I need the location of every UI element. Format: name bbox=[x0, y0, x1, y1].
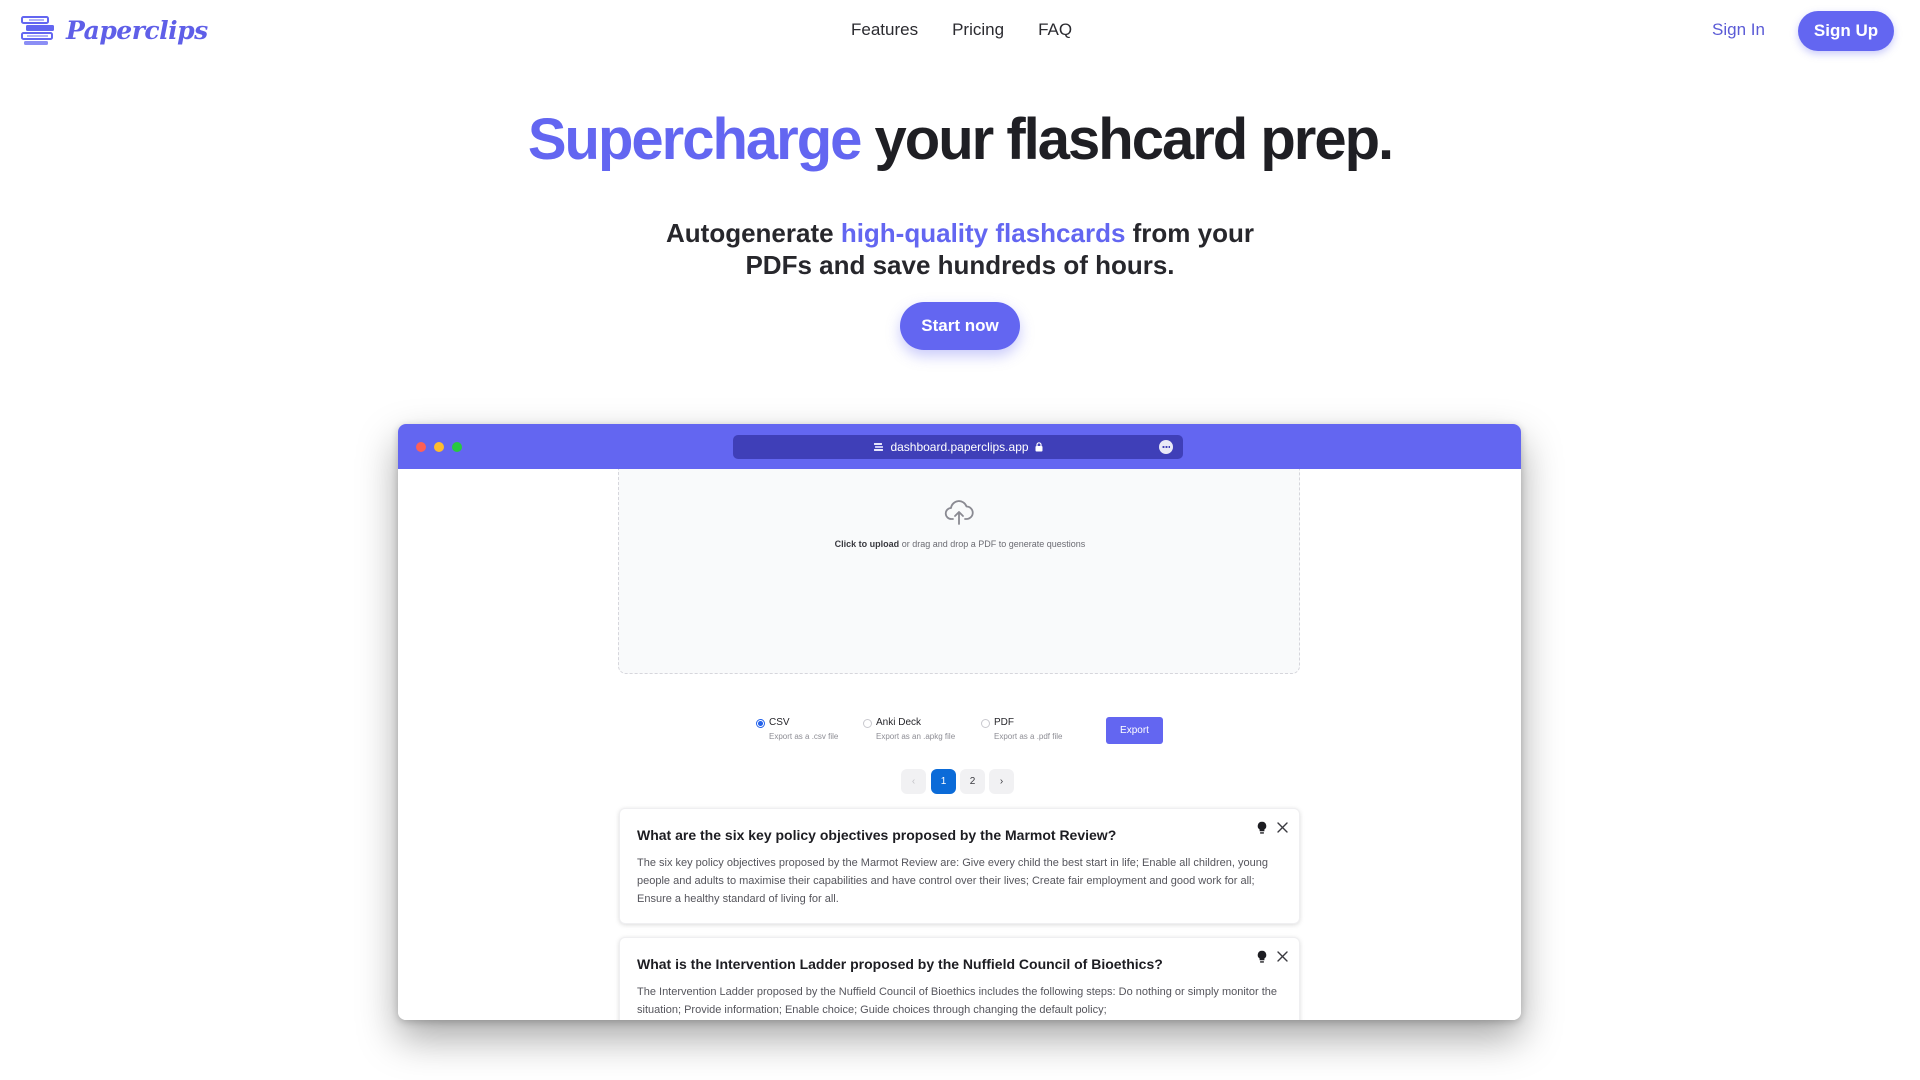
lightbulb-icon[interactable] bbox=[1256, 821, 1268, 835]
url-text: dashboard.paperclips.app bbox=[890, 440, 1029, 454]
close-icon[interactable] bbox=[1276, 950, 1289, 963]
hero-title-rest: your flashcard prep. bbox=[860, 107, 1395, 172]
hero-subtitle: Autogenerate high-quality flashcards fro… bbox=[0, 217, 1920, 281]
export-button[interactable]: Export bbox=[1106, 717, 1163, 744]
url-bar: dashboard.paperclips.app bbox=[733, 435, 1183, 459]
click-to-upload-link[interactable]: Click to upload bbox=[835, 539, 900, 549]
hero-subtitle-line1: Autogenerate high-quality flashcards fro… bbox=[0, 217, 1920, 249]
nav-link-pricing[interactable]: Pricing bbox=[952, 20, 1004, 40]
lock-icon bbox=[1035, 442, 1043, 452]
books-logo-icon bbox=[21, 16, 54, 45]
radio-pdf[interactable] bbox=[981, 719, 990, 728]
close-icon[interactable] bbox=[1276, 821, 1289, 834]
nav-links: Features Pricing FAQ bbox=[851, 20, 1072, 40]
window-maximize-dot bbox=[452, 442, 462, 452]
nav-link-faq[interactable]: FAQ bbox=[1038, 20, 1072, 40]
browser-mockup: dashboard.paperclips.app Click to upload… bbox=[398, 424, 1521, 1020]
sign-in-link[interactable]: Sign In bbox=[1712, 20, 1765, 40]
page-1-button[interactable]: 1 bbox=[931, 769, 956, 794]
flashcard-answer: The six key policy objectives proposed b… bbox=[637, 857, 1268, 905]
subtitle-pre: Autogenerate bbox=[666, 218, 841, 248]
radio-anki[interactable] bbox=[863, 719, 872, 728]
export-options: CSV Export as a .csv file Anki Deck Expo… bbox=[398, 717, 1521, 757]
export-option-label: PDF bbox=[994, 717, 1014, 728]
flashcard-question: What is the Intervention Ladder proposed… bbox=[637, 956, 1163, 972]
cloud-upload-icon bbox=[944, 500, 974, 525]
flashcard-answer: The Intervention Ladder proposed by the … bbox=[637, 986, 1277, 1016]
dashboard-content: Click to upload or drag and drop a PDF t… bbox=[398, 469, 1521, 1020]
next-page-button[interactable]: › bbox=[989, 769, 1014, 794]
nav-link-features[interactable]: Features bbox=[851, 20, 918, 40]
hero-title-accent: Supercharge bbox=[527, 107, 863, 172]
site-favicon-icon bbox=[874, 443, 884, 451]
brand-name: Paperclips bbox=[66, 15, 208, 45]
export-option-label: CSV bbox=[769, 717, 790, 728]
window-close-dot bbox=[416, 442, 426, 452]
lightbulb-icon[interactable] bbox=[1256, 950, 1268, 964]
flashcard: What are the six key policy objectives p… bbox=[619, 808, 1300, 924]
subtitle-accent: high-quality flashcards bbox=[840, 218, 1126, 248]
start-now-button[interactable]: Start now bbox=[900, 302, 1020, 350]
brand-logo[interactable]: Paperclips bbox=[20, 13, 208, 47]
top-nav: Paperclips Features Pricing FAQ Sign In … bbox=[0, 0, 1920, 62]
export-option-hint: Export as an .apkg file bbox=[876, 732, 956, 741]
flashcard-question: What are the six key policy objectives p… bbox=[637, 827, 1117, 843]
pagination: ‹ 1 2 › bbox=[398, 769, 1521, 795]
more-options-icon[interactable] bbox=[1159, 440, 1173, 454]
export-option-hint: Export as a .csv file bbox=[769, 732, 839, 741]
export-option-hint: Export as a .pdf file bbox=[994, 732, 1063, 741]
radio-csv[interactable] bbox=[756, 719, 765, 728]
sign-up-button[interactable]: Sign Up bbox=[1798, 11, 1894, 51]
export-option-label: Anki Deck bbox=[876, 717, 922, 728]
hero-subtitle-line2: PDFs and save hundreds of hours. bbox=[745, 250, 1175, 280]
subtitle-post: from your bbox=[1125, 218, 1254, 248]
browser-title-bar: dashboard.paperclips.app bbox=[398, 424, 1521, 469]
prev-page-button[interactable]: ‹ bbox=[901, 769, 926, 794]
pdf-dropzone[interactable]: Click to upload or drag and drop a PDF t… bbox=[618, 469, 1300, 674]
flashcard: What is the Intervention Ladder proposed… bbox=[619, 937, 1300, 1020]
upload-instructions: Click to upload or drag and drop a PDF t… bbox=[619, 539, 1301, 549]
page-2-button[interactable]: 2 bbox=[960, 769, 985, 794]
window-minimize-dot bbox=[434, 442, 444, 452]
hero-title: Supercharge your flashcard prep. bbox=[0, 106, 1920, 173]
upload-instructions-rest: or drag and drop a PDF to generate quest… bbox=[899, 539, 1086, 549]
